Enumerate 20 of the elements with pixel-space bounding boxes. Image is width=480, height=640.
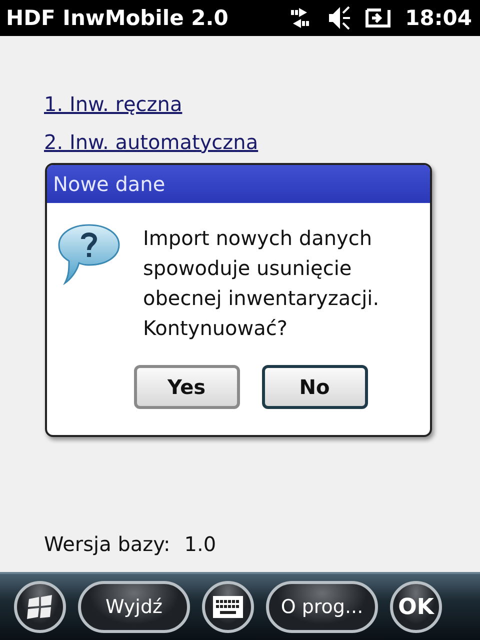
- dialog-button[interactable]: No: [262, 365, 368, 409]
- app-title: HDF InwMobile 2.0: [6, 6, 230, 30]
- dialog-message: Import nowych danych spowoduje usunięcie obecnej inwentaryzacji. Kontynuować?: [143, 225, 380, 342]
- menu-link[interactable]: 2. Inw. automatyczna: [44, 130, 258, 154]
- dialog-title: Nowe dane: [47, 165, 430, 203]
- windows-logo-icon: [27, 595, 53, 619]
- power-plug-icon: [365, 6, 392, 30]
- dialog-button[interactable]: Yes: [134, 365, 240, 409]
- keyboard-button[interactable]: [202, 581, 254, 633]
- start-button[interactable]: [14, 581, 66, 633]
- question-bubble-icon: [57, 223, 121, 285]
- version-label: Wersja bazy:: [44, 532, 170, 556]
- keyboard-icon: [213, 596, 243, 618]
- softkey-button[interactable]: O prog...: [266, 581, 378, 633]
- softkey-button[interactable]: Wyjdź: [78, 581, 190, 633]
- speaker-muted-icon: [327, 5, 352, 31]
- clock: 18:04: [405, 6, 472, 30]
- version-value: 1.0: [184, 532, 216, 556]
- ok-button[interactable]: OK: [390, 581, 442, 633]
- menu-link[interactable]: 1. Inw. ręczna: [44, 92, 182, 116]
